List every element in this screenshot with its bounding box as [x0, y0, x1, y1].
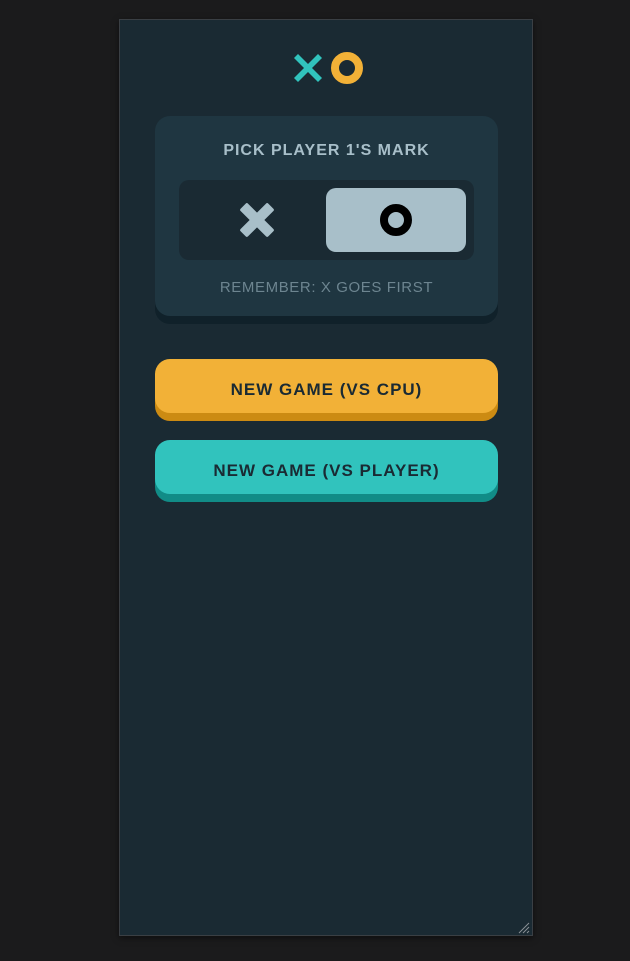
first-move-hint: REMEMBER: X GOES FIRST [219, 279, 434, 296]
resize-handle-icon[interactable] [518, 921, 530, 934]
new-game-vs-player-button[interactable]: NEW GAME (VS PLAYER) [155, 440, 498, 494]
o-mark-icon [331, 52, 363, 84]
mark-picker-title: PICK PLAYER 1'S MARK [223, 142, 430, 159]
game-window: PICK PLAYER 1'S MARK REMEMBER: X GOES FI… [119, 19, 533, 936]
mark-toggle [179, 180, 474, 260]
o-mark-icon [380, 204, 412, 236]
mark-picker-card: PICK PLAYER 1'S MARK REMEMBER: X GOES FI… [155, 116, 498, 316]
logo-graphic [294, 52, 363, 84]
x-mark-icon [240, 203, 274, 237]
new-game-vs-cpu-button[interactable]: NEW GAME (VS CPU) [155, 359, 498, 413]
mark-option-o[interactable] [326, 188, 466, 252]
app-logo [291, 52, 363, 86]
mark-option-x[interactable] [187, 188, 327, 252]
x-mark-icon [294, 54, 322, 82]
